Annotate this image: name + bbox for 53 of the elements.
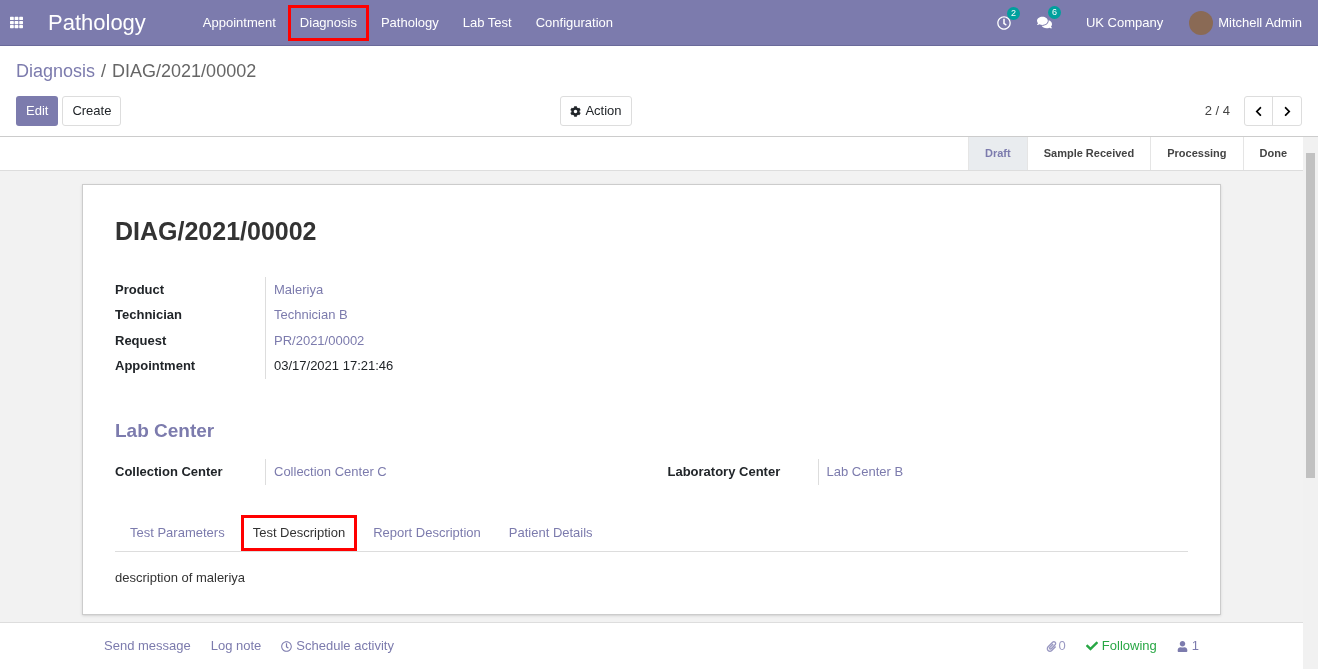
- user-icon: [1176, 640, 1188, 652]
- field-value[interactable]: Collection Center C: [265, 459, 387, 485]
- attachments-button[interactable]: 0: [1045, 636, 1066, 656]
- notebook-tab[interactable]: Patient Details: [496, 514, 605, 551]
- gear-icon: [570, 105, 582, 117]
- schedule-activity-link[interactable]: Schedule activity: [281, 636, 394, 656]
- edit-button[interactable]: Edit: [16, 96, 59, 126]
- field-label: Appointment: [115, 357, 197, 375]
- field-value[interactable]: Lab Center B: [817, 459, 904, 485]
- stage-button[interactable]: Draft: [968, 137, 1027, 170]
- check-icon: [1085, 640, 1098, 652]
- field-label: Laboratory Center: [667, 463, 782, 481]
- company-switcher[interactable]: UK Company: [1085, 12, 1164, 33]
- clock-icon: [281, 640, 293, 652]
- field-label: Request: [115, 331, 168, 350]
- notebook-tab[interactable]: Report Description: [361, 514, 493, 551]
- field-label: Product: [115, 280, 166, 299]
- followers-button[interactable]: 1: [1176, 636, 1199, 656]
- create-button[interactable]: Create: [62, 96, 122, 126]
- breadcrumb-current: DIAG/2021/00002: [112, 60, 257, 83]
- message-count-badge: 6: [1047, 6, 1061, 19]
- pager-value: 2 / 4: [1204, 102, 1230, 121]
- following-button[interactable]: Following: [1085, 636, 1157, 656]
- activity-icon[interactable]: [996, 15, 1011, 30]
- menu-item[interactable]: Diagnosis: [287, 4, 369, 41]
- chevron-left-icon: [1253, 105, 1264, 117]
- apps-menu-icon[interactable]: [10, 16, 23, 29]
- menu-item[interactable]: Appointment: [190, 4, 288, 41]
- send-message-link[interactable]: Send message: [104, 636, 191, 656]
- breadcrumb-link[interactable]: Diagnosis: [16, 58, 96, 85]
- action-button[interactable]: Action: [560, 96, 632, 126]
- messages-icon[interactable]: [1036, 15, 1052, 30]
- activity-count-badge: 2: [1006, 6, 1020, 20]
- menu-item[interactable]: Configuration: [523, 4, 626, 41]
- tab-content-text: description of maleriya: [115, 568, 247, 587]
- field-value[interactable]: Technician B: [265, 302, 348, 328]
- app-name: Pathology: [48, 9, 146, 37]
- menu-item[interactable]: Pathology: [368, 4, 451, 41]
- notebook-tab[interactable]: Test Parameters: [118, 514, 237, 551]
- breadcrumb-separator: /: [101, 60, 107, 83]
- log-note-link[interactable]: Log note: [210, 636, 262, 656]
- section-title: Lab Center: [115, 418, 216, 443]
- record-title: DIAG/2021/00002: [115, 216, 318, 247]
- notebook-tab[interactable]: Test Description: [240, 514, 358, 551]
- user-menu[interactable]: Mitchell Admin: [1218, 12, 1302, 33]
- field-value[interactable]: Maleriya: [265, 276, 324, 302]
- paperclip-icon: [1045, 640, 1057, 652]
- scrollbar[interactable]: [1303, 137, 1318, 669]
- field-label: Technician: [115, 306, 183, 324]
- field-label: Collection Center: [115, 463, 224, 481]
- field-value[interactable]: PR/2021/00002: [265, 327, 365, 353]
- menu-item[interactable]: Lab Test: [450, 4, 524, 41]
- field-value: 03/17/2021 17:21:46: [265, 353, 394, 379]
